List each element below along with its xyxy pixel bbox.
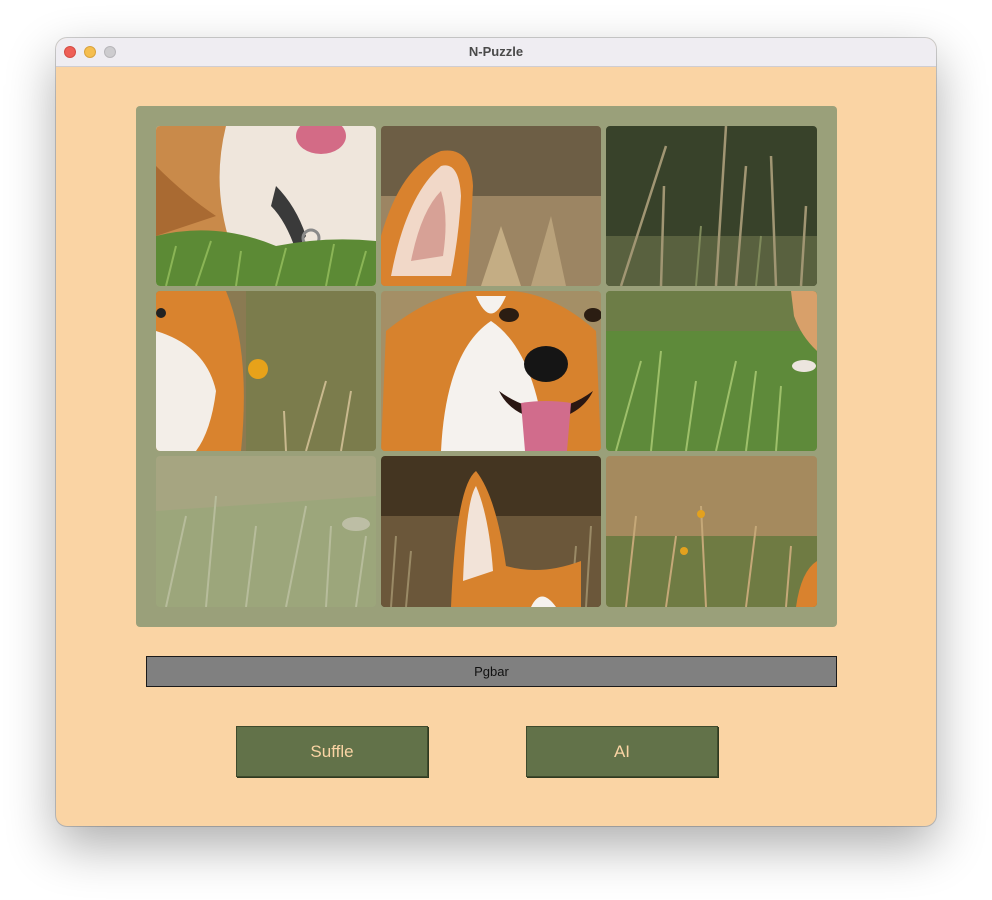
puzzle-tile-3[interactable] xyxy=(606,126,817,286)
puzzle-tile-4[interactable] xyxy=(156,291,376,451)
title-bar: N-Puzzle xyxy=(56,38,936,67)
progress-bar: Pgbar xyxy=(146,656,837,687)
puzzle-tile-8[interactable] xyxy=(381,456,601,607)
puzzle-tile-5[interactable] xyxy=(381,291,601,451)
ai-solve-button[interactable]: AI xyxy=(526,726,718,777)
puzzle-tile-9[interactable] xyxy=(606,456,817,607)
shuffle-button[interactable]: Suffle xyxy=(236,726,428,777)
puzzle-tile-empty[interactable] xyxy=(156,456,376,607)
window-title: N-Puzzle xyxy=(468,44,524,59)
puzzle-tile-6[interactable] xyxy=(606,291,817,451)
puzzle-tile-1[interactable] xyxy=(156,126,376,286)
puzzle-tile-2[interactable] xyxy=(381,126,601,286)
app-window: N-Puzzle Pgbar Suffle AI xyxy=(56,38,936,826)
puzzle-board xyxy=(136,106,837,627)
